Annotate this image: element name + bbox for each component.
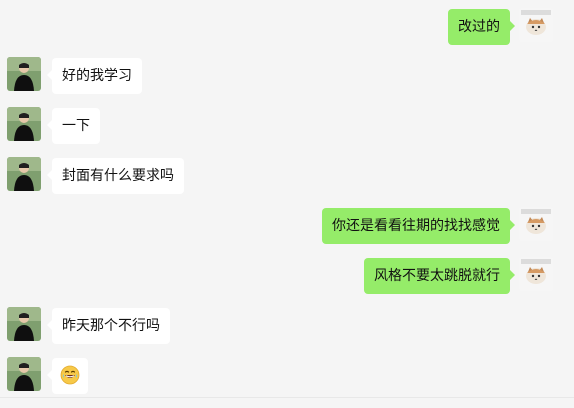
person-photo-icon <box>7 57 41 91</box>
cat-avatar[interactable] <box>519 8 553 42</box>
cat-sticker-icon <box>519 8 553 42</box>
cat-sticker-icon <box>519 207 553 241</box>
message-row: 好的我学习 <box>0 57 574 94</box>
message-row: 改过的 <box>0 8 574 45</box>
cat-avatar[interactable] <box>519 257 553 291</box>
message-row: 一下 <box>0 107 574 144</box>
input-area-divider <box>0 397 574 398</box>
message-bubble[interactable]: 改过的 <box>448 9 515 45</box>
message-bubble[interactable]: 昨天那个不行吗 <box>47 308 170 344</box>
cat-avatar[interactable] <box>519 207 553 241</box>
person-avatar[interactable] <box>7 57 41 91</box>
message-bubble[interactable]: 封面有什么要求吗 <box>47 158 184 194</box>
message-bubble[interactable] <box>47 358 88 394</box>
laughing-tears-emoji-icon <box>60 365 80 385</box>
message-row: 昨天那个不行吗 <box>0 307 574 344</box>
message-bubble[interactable]: 好的我学习 <box>47 58 142 94</box>
message-bubble[interactable]: 一下 <box>47 108 100 144</box>
cat-sticker-icon <box>519 257 553 291</box>
message-row: 封面有什么要求吗 <box>0 157 574 194</box>
person-avatar[interactable] <box>7 307 41 341</box>
person-avatar[interactable] <box>7 357 41 391</box>
person-avatar[interactable] <box>7 157 41 191</box>
person-photo-icon <box>7 357 41 391</box>
message-row: 你还是看看往期的找找感觉 <box>0 207 574 244</box>
chat-message-list[interactable]: 改过的 好的我学习 一下 封面有什么要求吗 你还是看看往期的找找感觉 风格不要太… <box>0 0 574 408</box>
message-row: 风格不要太跳脱就行 <box>0 257 574 294</box>
person-photo-icon <box>7 107 41 141</box>
message-row <box>0 357 574 394</box>
person-photo-icon <box>7 157 41 191</box>
person-photo-icon <box>7 307 41 341</box>
person-avatar[interactable] <box>7 107 41 141</box>
message-bubble[interactable]: 你还是看看往期的找找感觉 <box>322 208 515 244</box>
message-bubble[interactable]: 风格不要太跳脱就行 <box>364 258 515 294</box>
